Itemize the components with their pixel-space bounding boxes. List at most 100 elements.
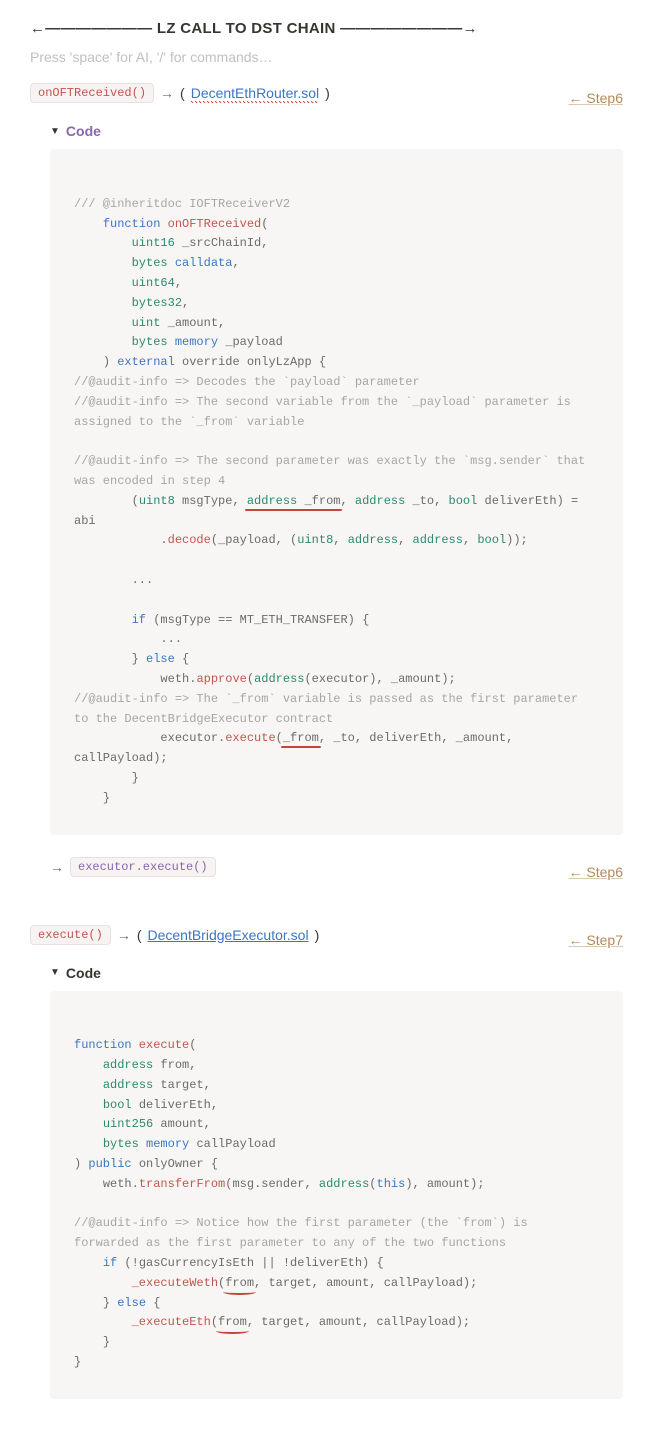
comment: //@audit-info => Notice how the first pa… xyxy=(74,1216,535,1250)
arg: (_payload xyxy=(211,533,276,547)
code-toggle-2[interactable]: ▼ Code xyxy=(50,965,623,981)
arg: deliverEth xyxy=(362,731,441,745)
step7-link[interactable]: ← Step7 xyxy=(569,932,623,948)
comma: , xyxy=(218,316,225,330)
arrow-icon: → xyxy=(50,859,64,875)
type: uint8 xyxy=(139,494,175,508)
step6-link-1[interactable]: ← Step6 xyxy=(569,90,623,106)
toggle-label-1: Code xyxy=(66,123,101,139)
paren: ( xyxy=(261,217,268,231)
arg: _amount xyxy=(449,731,507,745)
comma: , xyxy=(362,1315,369,1329)
comma: , xyxy=(340,494,354,508)
dot: . xyxy=(132,1177,139,1191)
paren-open: ( xyxy=(180,85,185,101)
comma: , xyxy=(333,533,347,547)
fn: _executeEth xyxy=(132,1315,211,1329)
comma: , xyxy=(377,672,384,686)
arg: (executor) xyxy=(304,672,376,686)
ellipsis: ... xyxy=(132,573,154,587)
kw: external xyxy=(117,355,175,369)
paren: ( xyxy=(247,672,254,686)
dot: . xyxy=(160,533,167,547)
ident: amount xyxy=(153,1117,203,1131)
kw-this: this xyxy=(377,1177,406,1191)
brace: } xyxy=(103,791,110,805)
kw-else: else xyxy=(139,652,182,666)
fn-pill-executor-execute[interactable]: executor.execute() xyxy=(70,857,216,877)
code-line: /// @inheritdoc IOFTReceiverV2 xyxy=(74,197,290,211)
arg: callPayload); xyxy=(369,1315,470,1329)
mods: onlyOwner xyxy=(132,1157,211,1171)
comma: , xyxy=(232,256,239,270)
arg-underlined: from xyxy=(225,1276,254,1290)
arg: (msg xyxy=(225,1177,254,1191)
toggle-triangle-icon: ▼ xyxy=(50,126,60,137)
fn-name: execute xyxy=(132,1038,190,1052)
arg: _amount); xyxy=(384,672,456,686)
paren: ( xyxy=(276,731,283,745)
type: uint8 xyxy=(297,533,333,547)
comma: , xyxy=(441,731,448,745)
arg: target xyxy=(261,1276,311,1290)
callout-left-1: onOFTReceived() → (DecentEthRouter.sol) xyxy=(30,83,330,103)
comment: //@audit-info => Decodes the `payload` p… xyxy=(74,375,420,389)
brace: { xyxy=(211,1157,218,1171)
comma: , xyxy=(304,1177,311,1191)
paren: )); xyxy=(506,533,528,547)
arg: _to xyxy=(326,731,355,745)
obj: executor xyxy=(160,731,218,745)
ident-underlined: _from xyxy=(297,494,340,508)
comma: , xyxy=(434,494,448,508)
comment: //@audit-info => The `_from` variable is… xyxy=(74,692,585,726)
arg: amount xyxy=(319,1276,369,1290)
fn-pill-execute[interactable]: execute() xyxy=(30,925,111,945)
prop: sender xyxy=(261,1177,304,1191)
type: bytes xyxy=(132,256,168,270)
comma: , xyxy=(247,1315,254,1329)
editor-placeholder[interactable]: Press 'space' for AI, '/' for commands… xyxy=(30,49,623,65)
type: bool xyxy=(449,494,478,508)
code-toggle-1[interactable]: ▼ Code xyxy=(50,123,623,139)
ident: _payload xyxy=(218,335,283,349)
type: bytes xyxy=(103,1137,139,1151)
callout-row-2: → executor.execute() ← Step6 xyxy=(50,857,623,887)
ident: from xyxy=(153,1058,189,1072)
paren: ) xyxy=(405,1177,412,1191)
type: address xyxy=(312,1177,370,1191)
cond: (msgType == MT_ETH_TRANSFER) xyxy=(146,613,362,627)
comment: //@audit-info => The second variable fro… xyxy=(74,395,578,429)
file-link-decentbridgeexecutor[interactable]: DecentBridgeExecutor.sol xyxy=(147,927,308,943)
comma: , xyxy=(276,533,283,547)
section-header: ←——————— LZ CALL TO DST CHAIN ————————→ xyxy=(30,20,623,37)
type: uint16 xyxy=(132,236,175,250)
ident: _amount xyxy=(160,316,218,330)
comma: , xyxy=(319,731,326,745)
callout-row-1: onOFTReceived() → (DecentEthRouter.sol) … xyxy=(30,83,623,113)
comma: , xyxy=(355,731,362,745)
brace: { xyxy=(319,355,326,369)
toggle-label-2: Code xyxy=(66,965,101,981)
step6-link-2[interactable]: ← Step6 xyxy=(569,864,623,880)
fn: decode xyxy=(168,533,211,547)
callout-left-2: → executor.execute() xyxy=(50,857,216,877)
kw: memory xyxy=(168,335,218,349)
brace: { xyxy=(362,613,369,627)
file-link-decentethrouter[interactable]: DecentEthRouter.sol xyxy=(191,85,319,101)
ident: deliverEth xyxy=(132,1098,211,1112)
comma: , xyxy=(398,533,412,547)
type: address xyxy=(254,672,304,686)
comma: , xyxy=(175,276,182,290)
type: uint xyxy=(132,316,161,330)
comma: , xyxy=(182,296,189,310)
callout-left-3: execute() → (DecentBridgeExecutor.sol) xyxy=(30,925,319,945)
type: address xyxy=(103,1058,153,1072)
arg: amount); xyxy=(420,1177,485,1191)
code-block-1: /// @inheritdoc IOFTReceiverV2 function … xyxy=(50,149,623,835)
paren: ( xyxy=(189,1038,196,1052)
paren: ( xyxy=(211,1315,218,1329)
fn-pill-onoftreceived[interactable]: onOFTReceived() xyxy=(30,83,154,103)
brace: { xyxy=(182,652,189,666)
ident: callPayload xyxy=(189,1137,275,1151)
paren: ( xyxy=(132,494,139,508)
